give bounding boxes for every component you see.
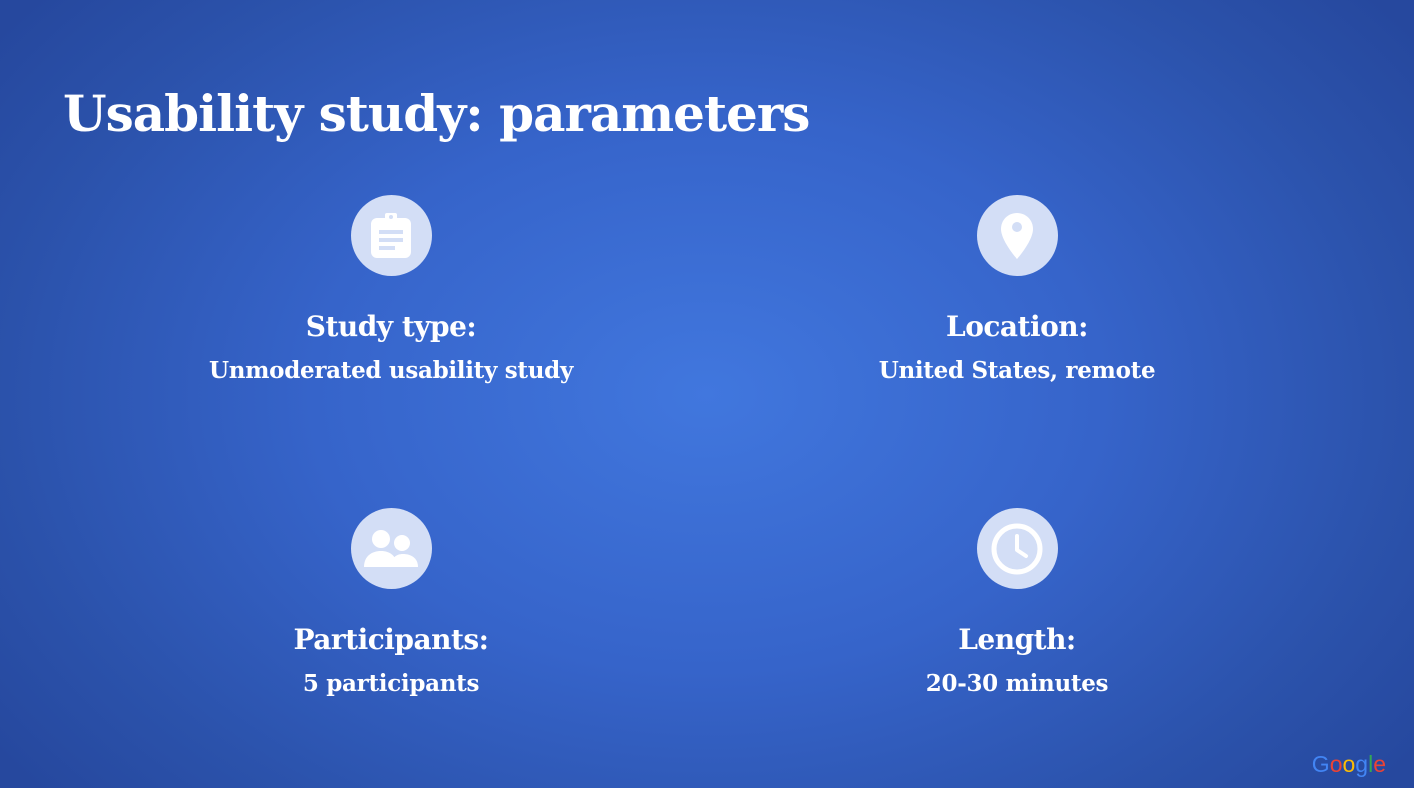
study-type-value: Unmoderated usability study — [208, 357, 574, 384]
logo-letter: g — [1355, 751, 1369, 777]
study-type-label: Study type: — [305, 310, 477, 343]
location-value: United States, remote — [878, 357, 1156, 384]
location-block: Location: United States, remote — [757, 195, 1277, 385]
logo-letter: e — [1373, 751, 1386, 777]
slide: Usability study: parameters Study type: … — [0, 0, 1414, 788]
length-block: Length: 20-30 minutes — [757, 508, 1277, 698]
logo-letter: o — [1342, 751, 1356, 777]
location-pin-icon — [976, 195, 1058, 276]
logo-letter: G — [1311, 751, 1330, 777]
people-icon — [350, 508, 432, 589]
clock-icon — [976, 508, 1058, 589]
participants-block: Participants: 5 participants — [131, 508, 651, 698]
logo-letter: o — [1329, 751, 1343, 777]
slide-title: Usability study: parameters — [63, 84, 810, 143]
participants-label: Participants: — [293, 623, 489, 656]
clipboard-icon — [350, 195, 432, 276]
participants-value: 5 participants — [302, 670, 480, 697]
length-label: Length: — [958, 623, 1076, 656]
study-type-block: Study type: Unmoderated usability study — [131, 195, 651, 385]
google-logo: Google — [1312, 750, 1386, 778]
location-label: Location: — [946, 310, 1089, 343]
length-value: 20-30 minutes — [925, 670, 1109, 697]
